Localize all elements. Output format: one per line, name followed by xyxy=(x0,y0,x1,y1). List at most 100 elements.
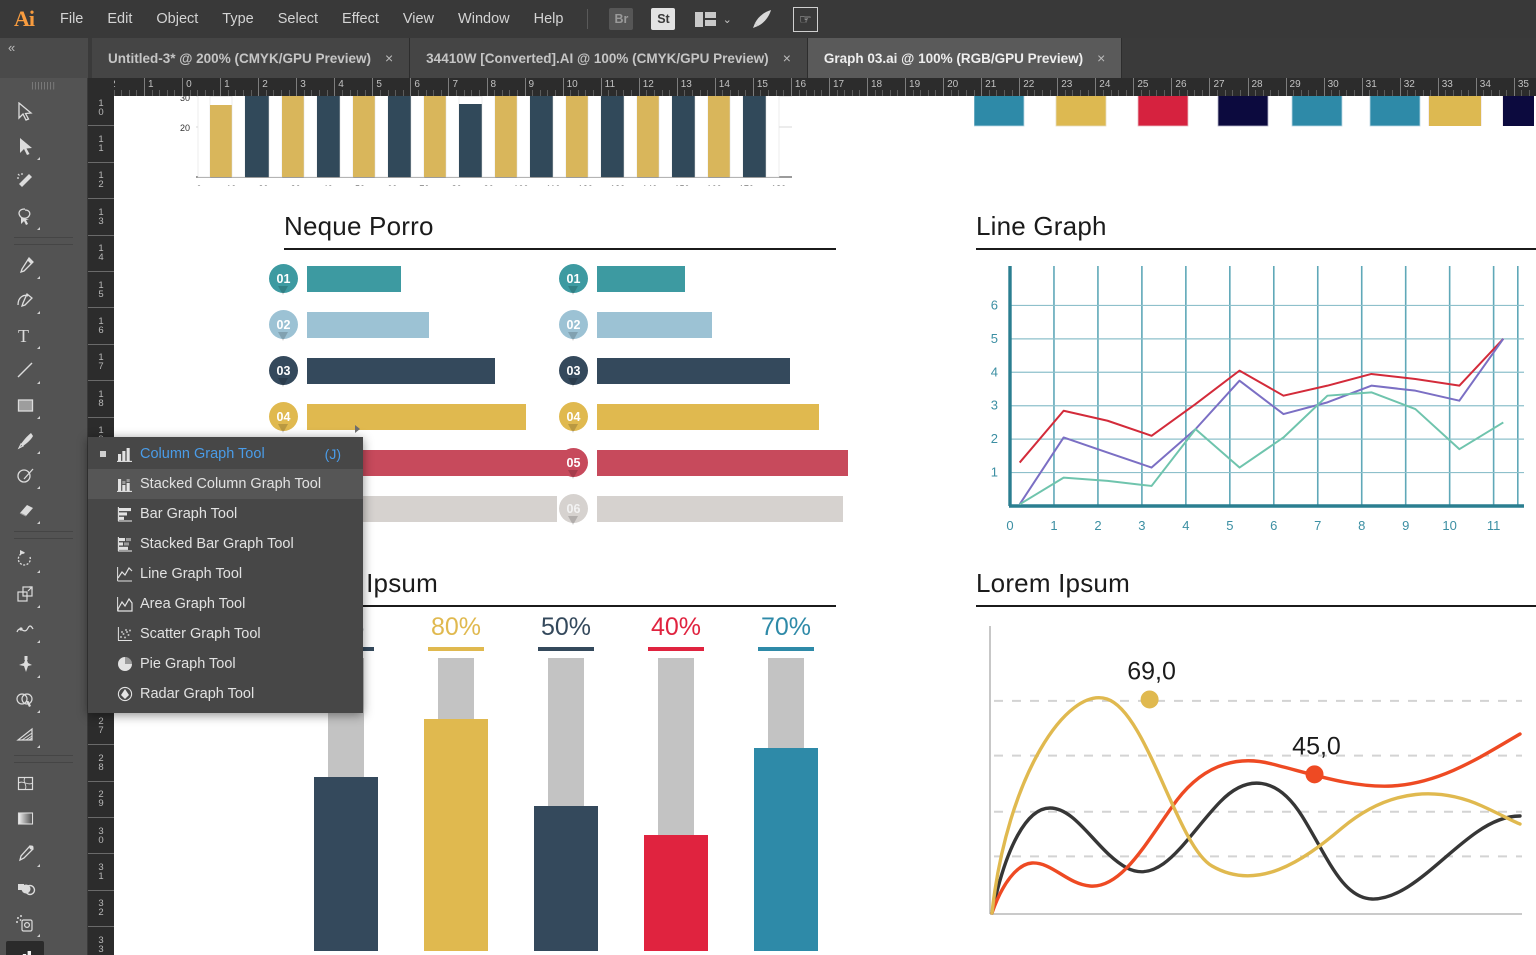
flyout-item-area-graph-tool[interactable]: Area Graph Tool xyxy=(88,589,363,619)
curvature-tool[interactable] xyxy=(6,283,44,318)
column-graph-tool[interactable] xyxy=(6,941,44,955)
menu-file[interactable]: File xyxy=(48,0,95,38)
shape-builder-tool[interactable] xyxy=(6,682,44,717)
y-axis-tick-label: 6 xyxy=(991,297,998,312)
symbol-sprayer-tool[interactable] xyxy=(6,906,44,941)
bridge-icon[interactable]: Br xyxy=(606,7,636,31)
data-point-marker xyxy=(1140,690,1159,709)
flyout-item-label: Column Graph Tool xyxy=(140,446,265,462)
item-bar xyxy=(597,495,843,522)
ruler-tick: 18 xyxy=(88,381,114,418)
list-item: 02 xyxy=(559,310,712,341)
eraser-tool[interactable] xyxy=(6,493,44,528)
tab-graph-03[interactable]: Graph 03.ai @ 100% (RGB/GPU Preview) × xyxy=(807,38,1123,78)
menu-select[interactable]: Select xyxy=(266,0,330,38)
percent-fill xyxy=(754,748,818,951)
graph-tool-flyout-menu[interactable]: Column Graph Tool (J) Stacked Column Graph… xyxy=(88,437,363,713)
free-transform-tool[interactable] xyxy=(6,647,44,682)
lasso-tool[interactable] xyxy=(6,199,44,234)
list-item: 03 xyxy=(559,356,790,387)
layout-icon xyxy=(695,11,716,27)
tools-panel-grip[interactable]: |||||||| xyxy=(0,78,87,92)
list-item: 05 xyxy=(559,448,848,479)
item-bar xyxy=(307,403,526,430)
flyout-item-scatter-graph-tool[interactable]: Scatter Graph Tool xyxy=(88,619,363,649)
width-tool[interactable] xyxy=(6,612,44,647)
flyout-tearoff-arrow-icon[interactable] xyxy=(355,425,360,433)
ruler-tick: 12 xyxy=(88,163,114,200)
x-axis-tick-label: 2 xyxy=(1094,518,1101,533)
stock-icon[interactable]: St xyxy=(648,7,678,31)
menu-type[interactable]: Type xyxy=(210,0,265,38)
flyout-item-pie-graph-tool[interactable]: Pie Graph Tool xyxy=(88,649,363,679)
y-axis-tick-label: 1 xyxy=(991,465,998,480)
mesh-tool[interactable] xyxy=(6,766,44,801)
ruler-tick: 27 xyxy=(88,709,114,746)
menu-edit[interactable]: Edit xyxy=(95,0,144,38)
svg-text:30: 30 xyxy=(180,96,190,103)
rotate-tool[interactable] xyxy=(6,542,44,577)
tab-34410w[interactable]: 34410W [Converted].AI @ 100% (CMYK/GPU P… xyxy=(410,38,808,78)
x-axis-tick-label: 170 xyxy=(739,184,754,186)
menu-effect[interactable]: Effect xyxy=(330,0,391,38)
magic-wand-tool[interactable] xyxy=(6,164,44,199)
flyout-item-line-graph-tool[interactable]: Line Graph Tool xyxy=(88,559,363,589)
menu-window[interactable]: Window xyxy=(446,0,522,38)
percent-column: 70% xyxy=(754,613,818,951)
percent-fill xyxy=(644,835,708,951)
x-axis-tick-label: 120 xyxy=(578,184,593,186)
x-axis-tick-label: 7 xyxy=(1314,518,1321,533)
flyout-item-column-graph-tool[interactable]: Column Graph Tool (J) xyxy=(88,439,363,469)
tab-untitled-3[interactable]: Untitled-3* @ 200% (CMYK/GPU Preview) × xyxy=(92,38,411,78)
flyout-item-label: Stacked Column Graph Tool xyxy=(140,476,322,492)
touch-workspace-icon[interactable]: ☞ xyxy=(790,6,820,32)
ruler-tick: 15 xyxy=(88,272,114,309)
line-segment-tool[interactable] xyxy=(6,353,44,388)
list-item: 02 xyxy=(269,310,429,341)
gradient-tool[interactable] xyxy=(6,801,44,836)
item-badge: 03 xyxy=(269,356,298,387)
tab-close-icon[interactable]: × xyxy=(783,50,791,66)
workspace-switcher[interactable]: ⌄ xyxy=(690,7,736,31)
blend-tool[interactable] xyxy=(6,871,44,906)
y-axis-tick-label: 4 xyxy=(991,364,998,379)
tab-close-icon[interactable]: × xyxy=(1097,50,1105,66)
flyout-item-stacked-bar-graph-tool[interactable]: Stacked Bar Graph Tool xyxy=(88,529,363,559)
item-badge: 04 xyxy=(269,402,298,433)
menu-help[interactable]: Help xyxy=(522,0,576,38)
x-axis-tick-label: 90 xyxy=(484,184,494,186)
flyout-item-stacked-column-graph-tool[interactable]: Stacked Column Graph Tool xyxy=(88,469,363,499)
ruler-tick: 32 xyxy=(88,891,114,928)
eyedropper-tool[interactable] xyxy=(6,836,44,871)
tab-close-icon[interactable]: × xyxy=(385,50,393,66)
flyout-item-shortcut: (J) xyxy=(324,446,341,462)
perspective-grid-tool[interactable] xyxy=(6,717,44,752)
tab-title: Graph 03.ai @ 100% (RGB/GPU Preview) xyxy=(823,50,1084,66)
section-rule xyxy=(976,248,1536,250)
list-item: 01 xyxy=(559,264,685,295)
direct-selection-tool[interactable] xyxy=(6,129,44,164)
percent-fill xyxy=(314,777,378,951)
x-axis-tick-label: 11 xyxy=(1487,518,1501,533)
rectangle-tool[interactable] xyxy=(6,388,44,423)
tab-title: Untitled-3* @ 200% (CMYK/GPU Preview) xyxy=(108,50,371,66)
x-axis-tick-label: 10 xyxy=(1442,518,1456,533)
radar-graph-icon xyxy=(110,686,140,702)
shaper-tool[interactable] xyxy=(6,458,44,493)
paintbrush-tool[interactable] xyxy=(6,423,44,458)
selection-tool[interactable] xyxy=(6,94,44,129)
curve-series-curve-orange xyxy=(990,732,1522,915)
area-graph-icon xyxy=(110,596,140,612)
type-tool[interactable]: T xyxy=(6,318,44,353)
item-bar xyxy=(597,449,848,476)
menu-object[interactable]: Object xyxy=(144,0,210,38)
scale-tool[interactable] xyxy=(6,577,44,612)
discover-rocket-icon[interactable] xyxy=(748,7,778,31)
flyout-item-bar-graph-tool[interactable]: Bar Graph Tool xyxy=(88,499,363,529)
panel-collapse-button[interactable]: « xyxy=(0,38,88,78)
menu-view[interactable]: View xyxy=(391,0,446,38)
horizontal-ruler[interactable]: 2101234567891011121314151617181920212223… xyxy=(114,78,1536,96)
pen-tool[interactable] xyxy=(6,248,44,283)
x-axis-tick-label: 20 xyxy=(258,184,268,186)
flyout-item-radar-graph-tool[interactable]: Radar Graph Tool xyxy=(88,679,363,709)
